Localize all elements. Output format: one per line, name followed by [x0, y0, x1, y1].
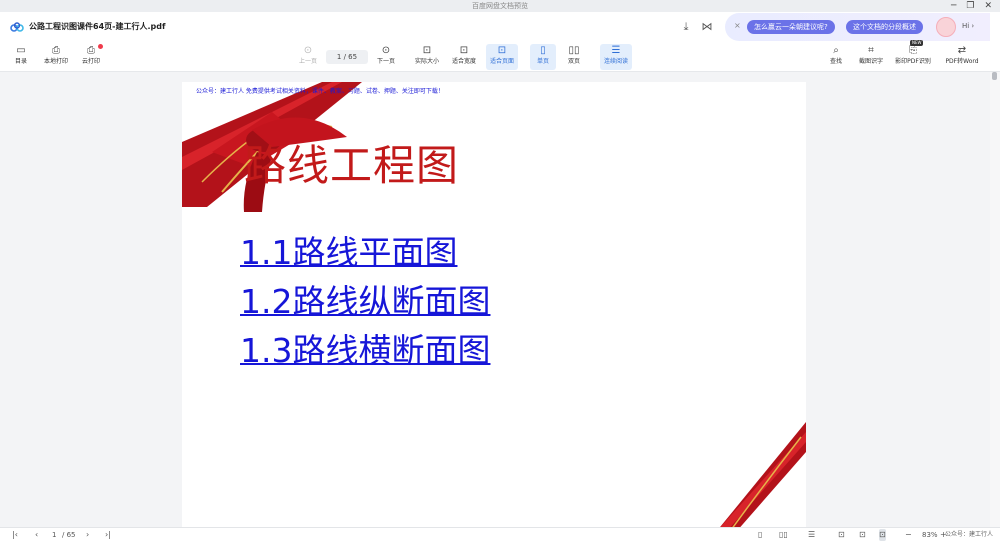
double-page-button[interactable]: ▯▯ 双页 — [562, 44, 586, 70]
scrollbar-thumb[interactable] — [992, 72, 997, 80]
continuous-read-button[interactable]: ☰ 连续阅读 — [600, 44, 632, 70]
local-print-button[interactable]: ⎙ 本地打印 — [40, 44, 72, 70]
baidu-netdisk-logo — [10, 22, 24, 32]
fit-width-icon: ⊡ — [459, 45, 469, 56]
decorative-ribbon-bottom-right — [720, 422, 806, 527]
next-page-button[interactable]: ⊙ 下一页 — [374, 44, 398, 70]
restore-button[interactable]: ❐ — [966, 0, 974, 12]
screenshot-ocr-icon: ⌗ — [868, 45, 874, 56]
toc-icon: ▭ — [16, 45, 26, 56]
document-filename: 公路工程识图课件64页-建工行人.pdf — [29, 22, 166, 31]
fit-width-button[interactable]: ⊡ 适合宽度 — [449, 44, 479, 70]
continuous-read-icon: ☰ — [611, 45, 621, 56]
status-page-total: / 65 — [62, 531, 76, 539]
watermark-text: 公众号：建工行人 免费提供考试相关资料，课件、教案、习题、试卷、押题、关注即可下… — [196, 88, 444, 95]
zoom-out-button[interactable]: − — [905, 529, 912, 541]
single-view-icon[interactable]: ▯ — [758, 529, 762, 541]
search-icon: ⌕ — [833, 45, 839, 56]
zoom-level: 83% — [922, 531, 938, 539]
status-bar: |‹ ‹ 1 / 65 › ›| ▯ ▯▯ ☰ ⊡ ⊡ ⊡ − 83% + 公众… — [0, 527, 1000, 541]
close-window-button[interactable]: ✕ — [984, 0, 992, 12]
print-icon: ⎙ — [52, 45, 60, 56]
ai-avatar[interactable] — [936, 17, 956, 37]
window-title: 百度网盘文档预览 — [472, 2, 528, 10]
prev-page-icon: ⊙ — [303, 45, 313, 56]
brand-watermark: 公众号：建工行人 — [945, 531, 994, 538]
next-page-small-icon[interactable]: › — [86, 529, 89, 541]
toc-button[interactable]: ▭ 目录 — [10, 44, 32, 70]
pdf-to-word-icon: ⇄ — [957, 45, 967, 56]
new-badge: NEW — [910, 40, 924, 46]
share-icon[interactable]: ⋈ — [700, 20, 714, 34]
search-button[interactable]: ⌕ 查找 — [826, 44, 846, 70]
single-page-button[interactable]: ▯ 单页 — [530, 44, 556, 70]
last-page-icon[interactable]: ›| — [105, 529, 111, 541]
ai-assistant-bar: × 怎么赢云一朵朝建议呢? 这个文档的分段概述 Hi › — [725, 13, 990, 41]
viewer-toolbar: ▭ 目录 ⎙ 本地打印 ⎙ 云打印 ⊙ 上一页 1 / 65 ⊙ 下一页 ⊡ 实… — [0, 40, 1000, 72]
fit-page-icon: ⊡ — [497, 45, 507, 56]
ai-greeting[interactable]: Hi › — [962, 22, 974, 30]
cloud-print-button[interactable]: ⎙ 云打印 — [78, 44, 104, 70]
pdf-to-word-button[interactable]: ⇄ PDF转Word — [943, 44, 981, 70]
status-page-current: 1 — [52, 531, 57, 539]
actual-size-icon: ⊡ — [422, 45, 432, 56]
toc-link-plan[interactable]: 1.1路线平面图 — [240, 226, 457, 274]
first-page-icon[interactable]: |‹ — [12, 529, 18, 541]
fit-page-button[interactable]: ⊡ 适合页面 — [486, 44, 518, 70]
fit-width-small-icon[interactable]: ⊡ — [859, 529, 866, 541]
toc-link-profile[interactable]: 1.2路线纵断面图 — [240, 275, 490, 323]
prev-page-small-icon[interactable]: ‹ — [35, 529, 38, 541]
double-page-icon: ▯▯ — [568, 45, 580, 56]
window-titlebar: 百度网盘文档预览 ─ ❐ ✕ — [0, 0, 1000, 12]
slide-title: 路线工程图 — [244, 141, 460, 190]
ai-suggestion-chip-2[interactable]: 这个文档的分段概述 — [846, 20, 923, 34]
ai-suggestion-chip-1[interactable]: 怎么赢云一朵朝建议呢? — [747, 20, 835, 34]
scan-pdf-ocr-button[interactable]: ⎘ 影印PDF识别 NEW — [894, 40, 932, 70]
page-number-input[interactable]: 1 / 65 — [326, 50, 368, 64]
scroll-view-icon[interactable]: ☰ — [808, 529, 815, 541]
toc-link-cross-section[interactable]: 1.3路线横断面图 — [240, 324, 490, 372]
ai-bar-close-icon[interactable]: × — [734, 21, 741, 30]
notification-dot — [98, 44, 103, 49]
double-view-icon[interactable]: ▯▯ — [779, 529, 788, 541]
next-page-icon: ⊙ — [381, 45, 391, 56]
download-icon[interactable]: ⤓ — [679, 20, 693, 34]
single-page-icon: ▯ — [540, 45, 546, 56]
prev-page-button[interactable]: ⊙ 上一页 — [296, 44, 320, 70]
minimize-button[interactable]: ─ — [951, 0, 956, 12]
document-viewer[interactable]: 公众号：建工行人 免费提供考试相关资料，课件、教案、习题、试卷、押题、关注即可下… — [0, 72, 990, 527]
vertical-scrollbar[interactable] — [990, 72, 1000, 527]
actual-size-button[interactable]: ⊡ 实际大小 — [412, 44, 442, 70]
screenshot-ocr-button[interactable]: ⌗ 截图识字 — [856, 44, 886, 70]
fit-page-small-icon[interactable]: ⊡ — [879, 529, 886, 541]
pdf-page: 公众号：建工行人 免费提供考试相关资料，课件、教案、习题、试卷、押题、关注即可下… — [182, 82, 806, 527]
actual-size-small-icon[interactable]: ⊡ — [838, 529, 845, 541]
